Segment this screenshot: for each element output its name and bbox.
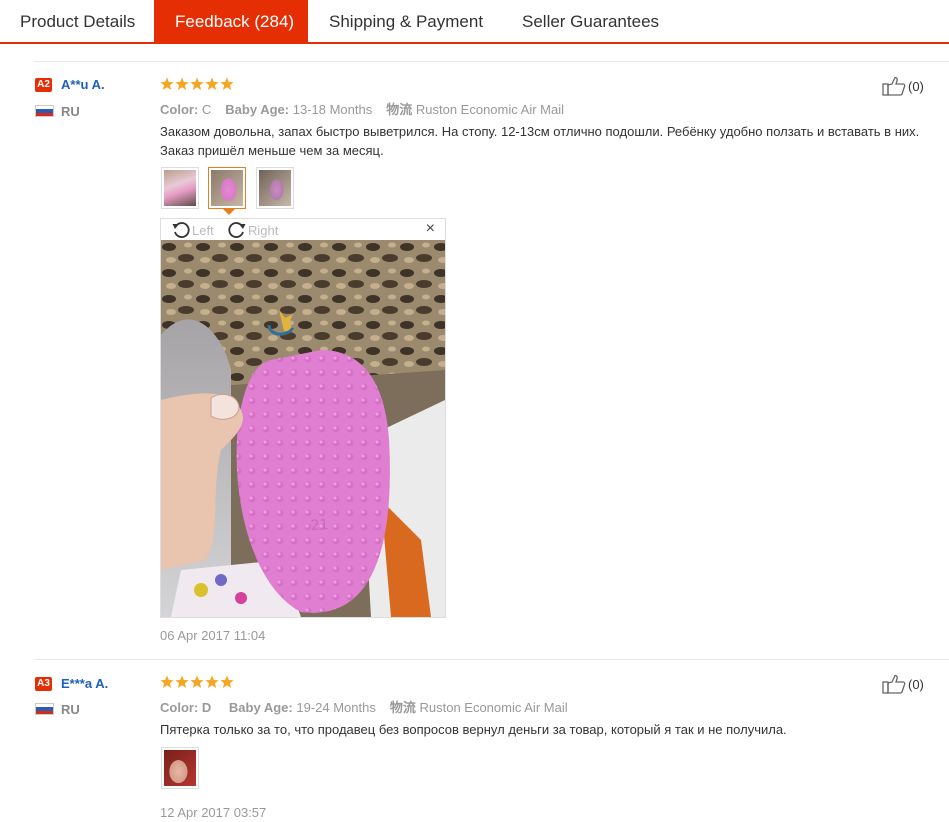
tab-seller-guarantees[interactable]: Seller Guarantees (501, 0, 679, 42)
star-rating (160, 675, 234, 689)
thumbs-up-icon (882, 76, 906, 96)
selected-indicator (223, 209, 235, 215)
rotate-right-icon (228, 222, 246, 238)
review-photo-thumbnail[interactable] (256, 167, 294, 209)
review-photo (164, 750, 196, 786)
russia-flag-icon (35, 105, 54, 117)
russia-flag-icon (35, 703, 54, 715)
order-attributes: Color: D Baby Age: 19-24 Months 物流 Ruston… (160, 697, 568, 716)
helpful-button[interactable]: (0) (882, 674, 924, 694)
baby-age-label: Baby Age: (225, 102, 290, 117)
color-label: Color: (160, 102, 199, 117)
review-photo-thumbnail[interactable] (161, 747, 199, 789)
rotate-right-button[interactable]: Right (227, 220, 278, 240)
review-date: 06 Apr 2017 11:04 (160, 628, 266, 643)
star-icon (160, 675, 174, 689)
rotate-left-label: Left (192, 222, 214, 238)
star-icon (205, 77, 219, 91)
thumbs-up-icon (882, 674, 906, 694)
photo-viewer: Left Right × 21 (160, 218, 446, 618)
baby-age-label: Baby Age: (228, 700, 293, 715)
star-icon (175, 675, 189, 689)
shipping-method: Ruston Economic Air Mail (419, 700, 568, 715)
baby-age-value: 13-18 Months (292, 102, 373, 117)
reviewer-name[interactable]: E***a A. (61, 676, 108, 691)
star-icon (160, 77, 174, 91)
tab-product-details[interactable]: Product Details (0, 0, 154, 42)
logistics-label: 物流 (389, 700, 416, 715)
order-attributes: Color: C Baby Age: 13-18 Months 物流 Ruston … (160, 99, 564, 118)
rotate-right-label: Right (248, 222, 279, 238)
helpful-button[interactable]: (0) (882, 76, 924, 96)
star-icon (190, 77, 204, 91)
star-icon (190, 675, 204, 689)
helpful-count: (0) (908, 676, 924, 692)
divider (34, 659, 949, 660)
rotate-left-icon (172, 222, 190, 238)
buyer-level-badge: A2 (35, 78, 52, 92)
reviewer-country: RU (61, 104, 80, 119)
star-icon (175, 77, 189, 91)
tab-bar: Product Details Feedback (284) Shipping … (0, 0, 949, 44)
review-date: 12 Apr 2017 03:57 (160, 805, 267, 820)
review-text: Пятерка только за то, что продавец без в… (160, 722, 787, 737)
color-value: C (201, 102, 212, 117)
rotate-left-button[interactable]: Left (171, 220, 214, 240)
star-rating (160, 77, 234, 91)
divider (34, 61, 949, 62)
reviewer-name[interactable]: A**u A. (61, 77, 105, 92)
star-icon (205, 675, 219, 689)
star-icon (220, 77, 234, 91)
close-icon[interactable]: × (426, 220, 435, 238)
shipping-method: Ruston Economic Air Mail (415, 102, 564, 117)
reviewer-country: RU (61, 702, 80, 717)
review-photo-thumbnail[interactable] (161, 167, 199, 209)
star-icon (220, 675, 234, 689)
photo-viewer-toolbar: Left Right × (161, 219, 445, 240)
review-photo-thumbnail-selected[interactable] (208, 167, 246, 209)
baby-age-value: 19-24 Months (296, 700, 376, 715)
review-photo (211, 170, 243, 206)
tab-shipping-payment[interactable]: Shipping & Payment (308, 0, 501, 42)
buyer-level-badge: A3 (35, 677, 52, 691)
tab-feedback[interactable]: Feedback (284) (154, 0, 308, 42)
review-text: Заказом довольна, запах быстро выветрилс… (160, 124, 920, 158)
helpful-count: (0) (908, 78, 924, 94)
review-photo (164, 170, 196, 206)
logistics-label: 物流 (386, 102, 413, 117)
review-photo-large: 21 (161, 240, 445, 617)
review-photo (259, 170, 291, 206)
color-label: Color: D (160, 700, 212, 715)
svg-text:21: 21 (310, 517, 329, 534)
